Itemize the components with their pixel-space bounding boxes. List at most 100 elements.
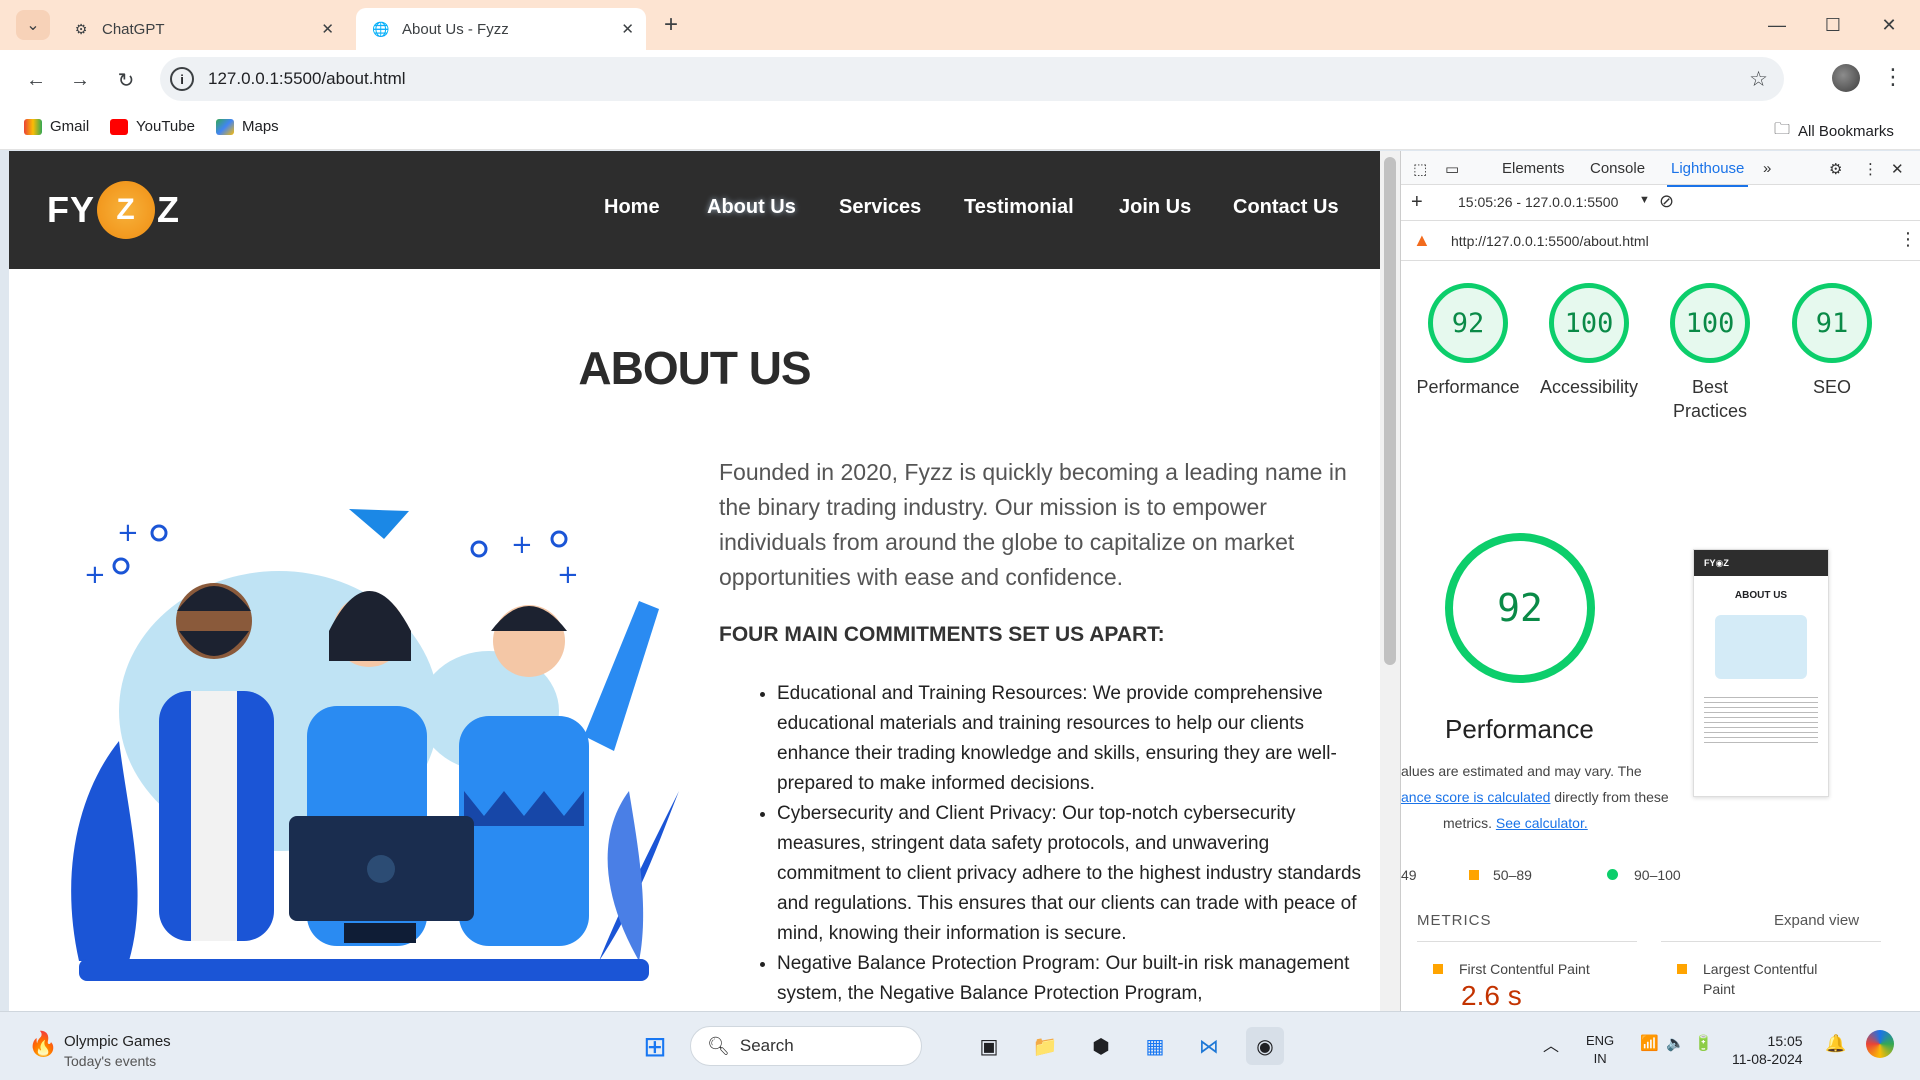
minimize-button[interactable]: — [1748,0,1806,50]
tab-search-button[interactable]: ⌄ [16,10,50,40]
final-screenshot-thumb[interactable]: FY◉Z ABOUT US [1693,549,1829,797]
thumb-illustration [1715,615,1807,679]
battery-icon[interactable]: 🔋 [1694,1034,1713,1052]
url-text[interactable]: 127.0.0.1:5500/about.html [208,69,406,89]
start-icon[interactable]: ⊞ [636,1027,674,1065]
bookmark-youtube[interactable]: YouTube [110,118,195,135]
site-info-icon[interactable]: i [170,67,194,91]
bookmark-label: Maps [242,118,279,135]
devtools-tab-elements[interactable]: Elements [1502,160,1565,177]
browser-menu-icon[interactable]: ⋮ [1882,64,1904,90]
score-gauge-performance[interactable]: 92 [1428,283,1508,363]
tab-title: ChatGPT [102,20,165,38]
notification-bell-icon[interactable]: 🔔 [1825,1034,1846,1054]
close-tab-icon[interactable]: ✕ [621,20,634,38]
clock[interactable]: 15:05 11-08-2024 [1732,1032,1803,1068]
close-window-button[interactable]: ✕ [1860,0,1918,50]
inspect-icon[interactable]: ⬚ [1413,160,1427,178]
site-logo[interactable]: FY Z Z [47,181,180,239]
note-text: alues are estimated and may vary. The [1401,763,1642,779]
score-value: 91 [1815,307,1849,339]
see-calculator-link[interactable]: See calculator. [1496,815,1588,831]
metric-lcp: Largest Contentful Paint [1677,959,1857,999]
nav-home[interactable]: Home [604,196,660,219]
taskbar-search[interactable]: 🔍︎ Search [690,1026,922,1066]
report-url-bar: ▲ http://127.0.0.1:5500/about.html ⋮ [1401,221,1920,261]
lighthouse-icon: ▲ [1413,230,1431,250]
legend-label: 90–100 [1634,867,1681,883]
performance-title: Performance [1445,714,1594,744]
thumb-navbar: FY◉Z [1694,550,1828,576]
svg-text:+: + [511,530,533,560]
task-view-icon[interactable]: ▣ [970,1027,1008,1065]
metric-value: 2.6 s [1461,980,1522,1011]
chevron-up-icon[interactable]: ︿ [1543,1032,1559,1056]
profile-avatar[interactable] [1832,64,1860,92]
thumb-heading: ABOUT US [1734,590,1788,601]
metrics-title: METRICS [1417,912,1492,929]
weather-icon[interactable]: 🔥 [28,1030,58,1059]
divider [1417,941,1637,942]
forward-button[interactable]: → [64,64,96,96]
performance-big-gauge: 92 [1445,533,1595,683]
score-calc-link[interactable]: ance score is calculated [1401,789,1550,805]
nav-about-us[interactable]: About Us [707,196,796,219]
nav-join-us[interactable]: Join Us [1119,196,1191,219]
store-icon[interactable]: ▦ [1136,1027,1174,1065]
score-gauge-best-practices[interactable]: 100 [1670,283,1750,363]
file-explorer-icon[interactable]: 📁 [1026,1027,1064,1065]
bookmark-gmail[interactable]: Gmail [24,118,89,135]
score-gauge-accessibility[interactable]: 100 [1549,283,1629,363]
back-button[interactable]: ← [20,64,52,96]
page-scrollbar[interactable] [1380,151,1400,1011]
language-indicator[interactable]: ENG IN [1586,1032,1614,1068]
scrollbar-thumb[interactable] [1384,157,1396,665]
chatgpt-icon: ⚙ [74,20,88,37]
weather-subtitle: Today's events [64,1053,157,1069]
expand-view-button[interactable]: Expand view [1774,911,1859,931]
browser-toolbar: ← → ↻ i 127.0.0.1:5500/about.html ☆ ⋮ [0,50,1920,108]
all-bookmarks[interactable]: 🗀 All Bookmarks [1774,118,1894,145]
report-menu-icon[interactable]: ⋮ [1899,229,1917,250]
bookmark-star-icon[interactable]: ☆ [1749,67,1768,92]
address-bar[interactable]: i 127.0.0.1:5500/about.html ☆ [160,57,1784,101]
weather-title[interactable]: Olympic Games [64,1033,171,1050]
report-selector[interactable]: 15:05:26 - 127.0.0.1:5500 [1458,194,1618,210]
nav-testimonial[interactable]: Testimonial [964,196,1074,219]
new-tab-button[interactable]: + [654,10,688,40]
intro-paragraph: Founded in 2020, Fyzz is quickly becomin… [719,459,1347,590]
chrome-icon[interactable]: ◉ [1246,1027,1284,1065]
score-gauge-seo[interactable]: 91 [1792,283,1872,363]
maximize-button[interactable]: ☐ [1804,0,1862,50]
bookmark-maps[interactable]: Maps [216,118,279,135]
site-navbar: FY Z Z Home About Us Services Testimonia… [9,151,1380,269]
reload-button[interactable]: ↻ [110,64,142,96]
settings-gear-icon[interactable]: ⚙ [1829,160,1842,178]
more-tabs-icon[interactable]: » [1763,160,1771,177]
tab-chatgpt[interactable]: ⚙ ChatGPT ✕ [56,8,346,50]
globe-icon: 🌐 [372,20,390,37]
copilot-icon[interactable] [1866,1030,1894,1058]
new-report-icon[interactable]: + [1411,191,1423,214]
devtools-tab-lighthouse[interactable]: Lighthouse [1666,160,1749,187]
lighthouse-subbar: + 15:05:26 - 127.0.0.1:5500 ▼ ⊘ [1401,185,1920,221]
wifi-icon[interactable]: 📶 [1640,1034,1659,1052]
chevron-down-icon[interactable]: ▼ [1639,194,1650,206]
list-item: Cybersecurity and Client Privacy: Our to… [777,799,1369,949]
clear-icon[interactable]: ⊘ [1659,191,1674,212]
app-icon[interactable]: ⬢ [1082,1027,1120,1065]
close-devtools-icon[interactable]: ✕ [1891,160,1904,178]
nav-services[interactable]: Services [839,196,921,219]
pass-circle-icon [1607,869,1618,880]
vscode-icon[interactable]: ⋈ [1190,1027,1228,1065]
bookmarks-bar: Gmail YouTube Maps 🗀 All Bookmarks [0,108,1920,150]
devtools-tab-console[interactable]: Console [1590,160,1645,177]
device-toggle-icon[interactable]: ▭ [1445,160,1459,178]
report-url[interactable]: http://127.0.0.1:5500/about.html [1451,233,1649,249]
tab-about-us[interactable]: 🌐 About Us - Fyzz ✕ [356,8,646,50]
devtools-menu-icon[interactable]: ⋮ [1863,160,1878,178]
close-tab-icon[interactable]: ✕ [321,20,334,38]
nav-contact-us[interactable]: Contact Us [1233,196,1339,219]
metric-label: Largest Contentful Paint [1703,961,1818,997]
volume-icon[interactable]: 🔈 [1666,1034,1685,1052]
